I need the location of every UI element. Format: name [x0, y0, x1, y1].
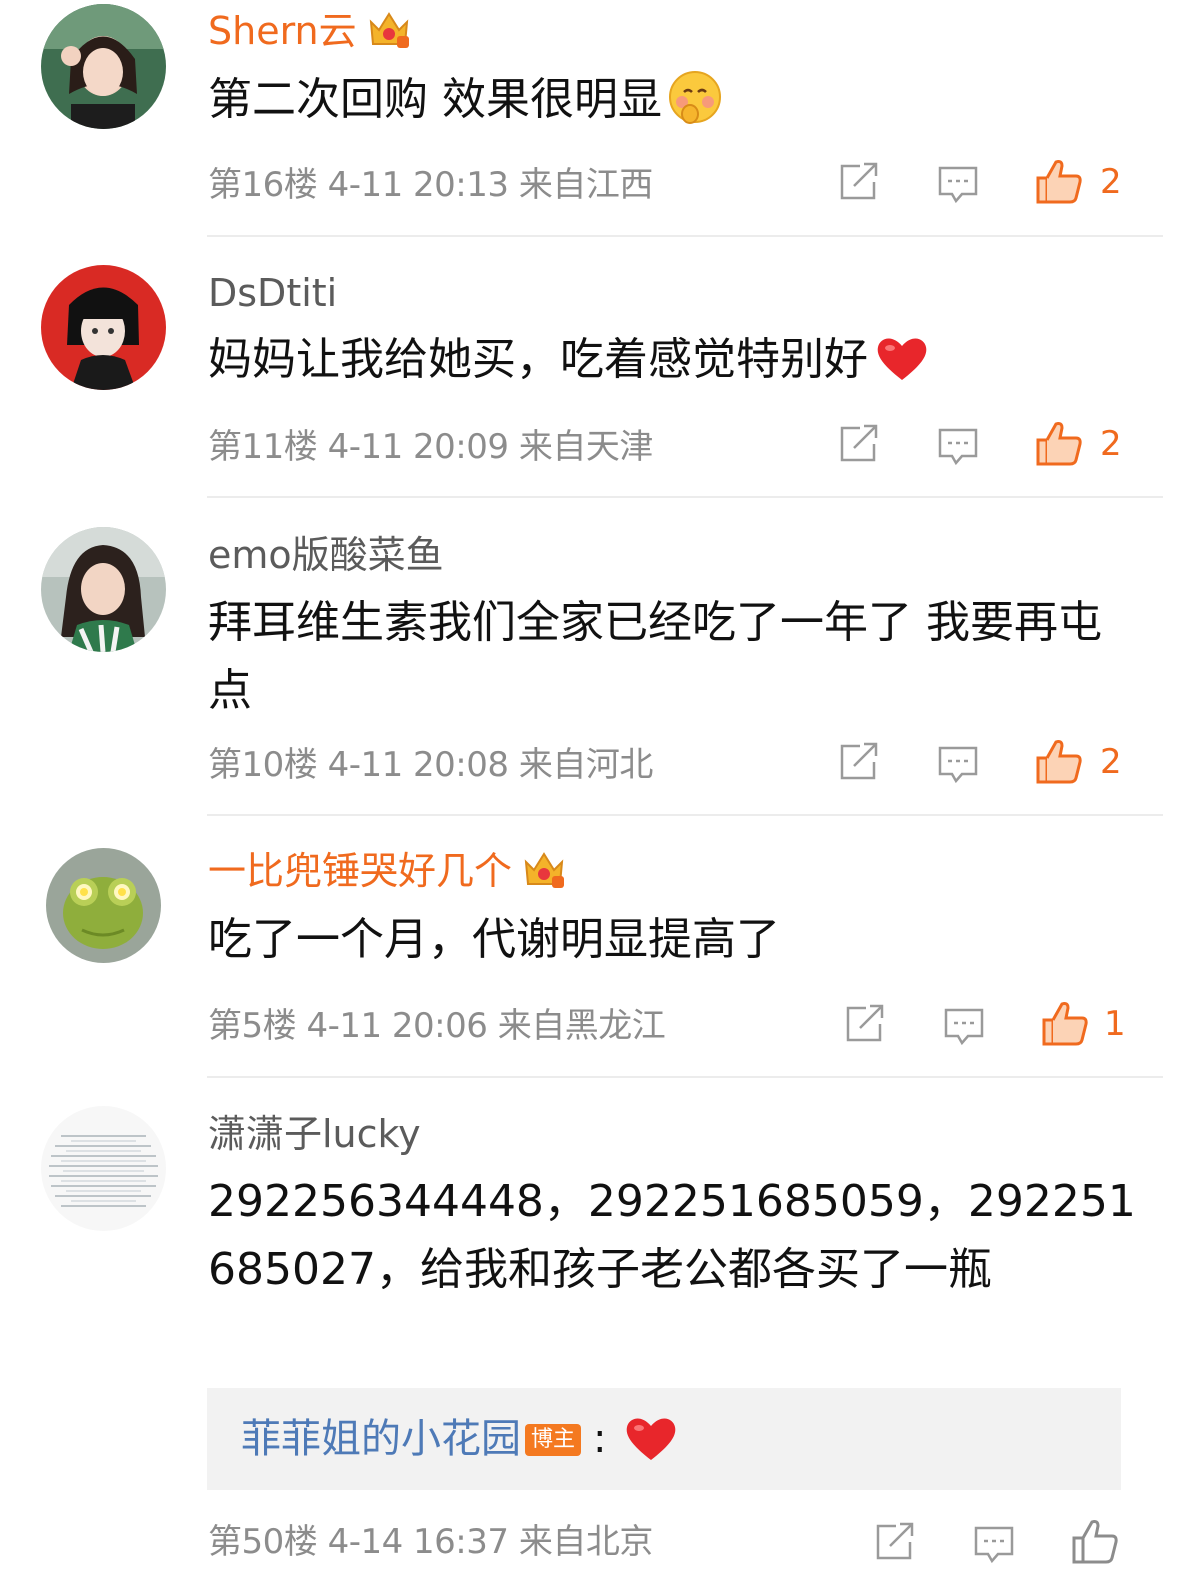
comment-meta: 第16楼 4-11 20:13 来自江西 [208, 165, 653, 205]
comment-text: 292256344448，292251685059，292251685027，给… [208, 1176, 1136, 1295]
username[interactable]: 一比兜锤哭好几个 [208, 848, 566, 900]
username[interactable]: Shern云 [208, 8, 411, 60]
divider [207, 814, 1163, 816]
comment-reply-icon[interactable] [936, 426, 980, 470]
avatar[interactable] [41, 527, 166, 652]
divider [207, 496, 1163, 498]
red-heart-emoji [874, 334, 930, 404]
comment-actions: 2 [836, 160, 1136, 210]
vip-crown-icon [367, 8, 411, 60]
divider [207, 235, 1163, 237]
comment-text: 第二次回购 效果很明显 [208, 66, 1138, 144]
comment-meta: 第11楼 4-11 20:09 来自天津 [208, 427, 653, 467]
divider [207, 1076, 1163, 1078]
like-icon[interactable] [1034, 736, 1084, 790]
comment-reply-icon[interactable] [936, 164, 980, 208]
username[interactable]: emo版酸菜鱼 [208, 532, 444, 578]
like-icon[interactable] [1034, 156, 1084, 210]
username[interactable]: DsDtiti [208, 270, 337, 316]
comment-meta: 第5楼 4-11 20:06 来自黑龙江 [208, 1006, 666, 1046]
share-icon[interactable] [836, 162, 880, 206]
red-heart-emoji [623, 1414, 679, 1475]
comment-text: 吃了一个月，代谢明显提高了 [208, 914, 780, 965]
share-icon[interactable] [836, 742, 880, 786]
blogger-badge: 博主 [525, 1424, 582, 1456]
blogger-reply[interactable]: 菲菲姐的小花园 博主: [207, 1388, 1121, 1490]
share-icon[interactable] [872, 1522, 916, 1566]
like-count: 2 [1100, 424, 1122, 464]
comment-actions [872, 1520, 1172, 1570]
avatar[interactable] [41, 1106, 166, 1231]
comment-meta: 第10楼 4-11 20:08 来自河北 [208, 745, 653, 785]
comment-reply-icon[interactable] [936, 744, 980, 788]
comment-actions: 2 [836, 422, 1136, 472]
share-icon[interactable] [836, 424, 880, 468]
reply-content: 菲菲姐的小花园 博主: [241, 1414, 679, 1475]
avatar[interactable] [46, 848, 161, 963]
like-count: 2 [1100, 742, 1122, 782]
like-icon[interactable] [1034, 418, 1084, 472]
like-icon[interactable] [1040, 998, 1090, 1052]
like-count: 1 [1104, 1004, 1126, 1044]
vip-crown-icon [522, 848, 566, 900]
comment-reply-icon[interactable] [972, 1524, 1016, 1568]
comment-meta: 第50楼 4-14 16:37 来自北京 [208, 1522, 653, 1562]
shy-face-emoji [668, 70, 722, 144]
comment-actions: 1 [842, 1002, 1142, 1052]
like-icon[interactable] [1070, 1516, 1120, 1570]
reply-colon: : [593, 1416, 607, 1462]
like-count: 2 [1100, 162, 1122, 202]
reply-username[interactable]: 菲菲姐的小花园 [241, 1416, 521, 1462]
username[interactable]: 潇潇子lucky [208, 1111, 421, 1157]
comment-text: 妈妈让我给她买，吃着感觉特别好 [208, 326, 1138, 404]
comment-reply-icon[interactable] [942, 1006, 986, 1050]
comment-text: 拜耳维生素我们全家已经吃了一年了 我要再屯点 [208, 597, 1102, 716]
avatar[interactable] [41, 265, 166, 390]
comment-actions: 2 [836, 740, 1136, 790]
avatar[interactable] [41, 4, 166, 129]
share-icon[interactable] [842, 1004, 886, 1048]
